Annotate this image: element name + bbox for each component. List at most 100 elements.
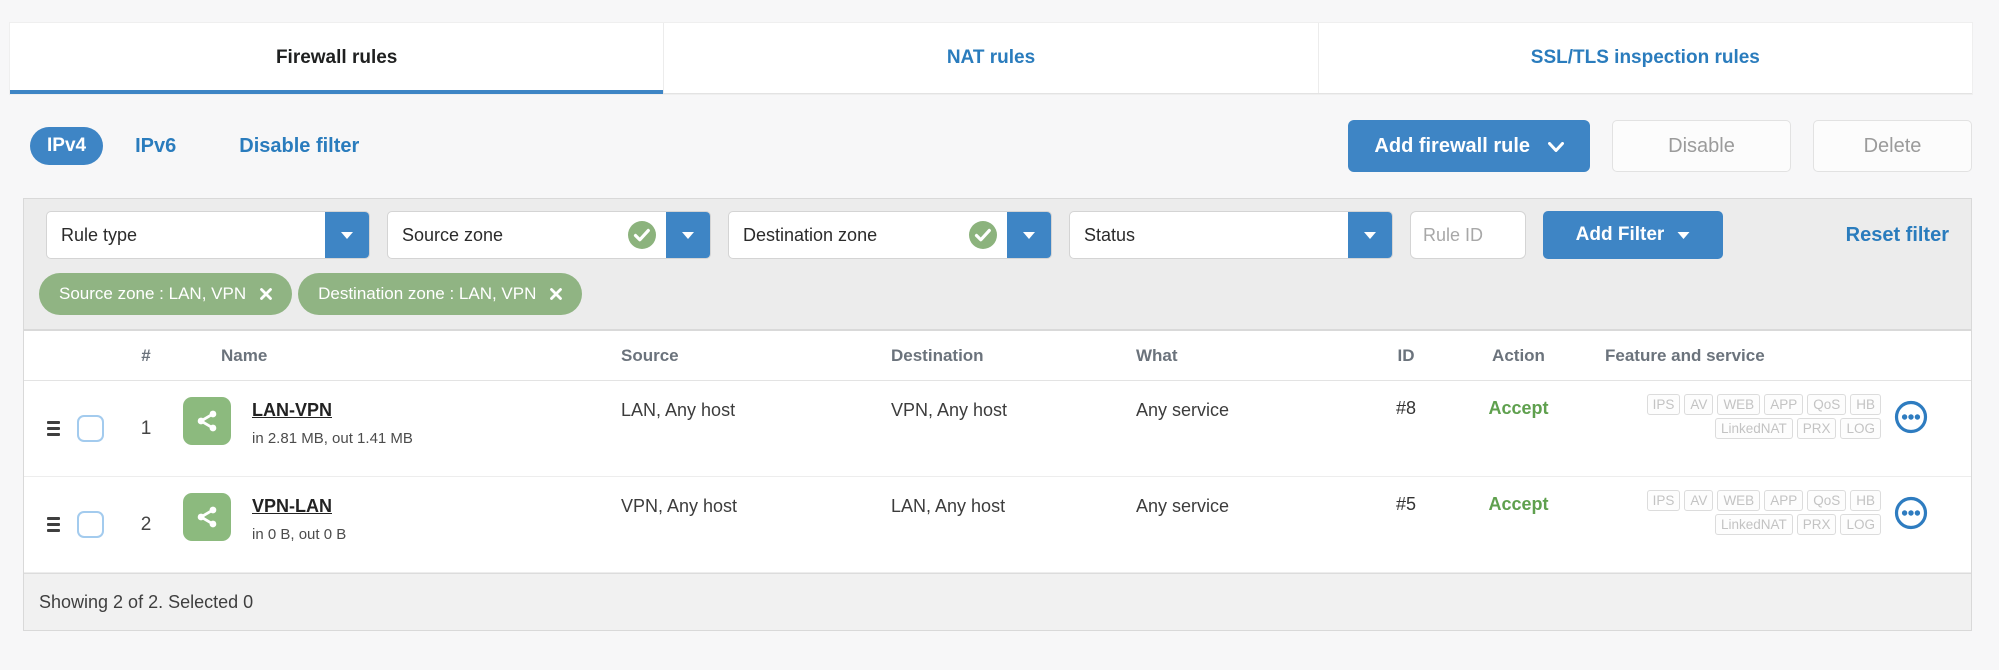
rule-destination: LAN, Any host [891, 496, 1006, 516]
rule-name-link[interactable]: VPN-LAN [252, 496, 346, 517]
rule-name-link[interactable]: LAN-VPN [252, 400, 413, 421]
reset-filter-link[interactable]: Reset filter [1846, 224, 1949, 247]
header-what: What [1136, 345, 1178, 365]
table-header-row: # Name Source Destination What ID Action… [24, 331, 1971, 381]
ipv4-toggle[interactable]: IPv4 [30, 127, 104, 165]
applied-filter-chips: Source zone : LAN, VPN Destination zone … [24, 259, 1971, 315]
filter-select-status[interactable]: Status [1069, 211, 1393, 259]
rule-source: LAN, Any host [621, 400, 736, 420]
tab-ssl-tls-inspection-rules-label: SSL/TLS inspection rules [1530, 47, 1760, 68]
ipv6-toggle[interactable]: IPv6 [135, 135, 176, 158]
share-icon [183, 493, 231, 541]
tab-nat-rules[interactable]: NAT rules [663, 23, 1317, 93]
feature-badges: IPS AV WEB APP QoS HB LinkedNAT PRX LOG [1619, 490, 1881, 538]
filter-panel: Rule type Source zone Destination zone S… [23, 198, 1972, 330]
badge-prx: PRX [1796, 418, 1837, 439]
showing-count-text: Showing 2 of 2. Selected 0 [39, 591, 254, 612]
feature-badges: IPS AV WEB APP QoS HB LinkedNAT PRX LOG [1619, 394, 1881, 442]
badge-linkednat: LinkedNAT [1714, 514, 1793, 535]
badge-app: APP [1764, 490, 1804, 511]
table-row: 2 VPN-LAN in 0 B, out 0 B VPN, Any host … [24, 477, 1971, 573]
badge-prx: PRX [1796, 514, 1837, 535]
tab-firewall-rules-label: Firewall rules [275, 47, 398, 68]
firewall-rules-page: Firewall rules NAT rules SSL/TLS inspect… [0, 0, 1999, 670]
chip-destination-zone: Destination zone : LAN, VPN [298, 273, 583, 315]
destination-zone-label: Destination zone [743, 224, 878, 245]
filter-select-destination-zone[interactable]: Destination zone [728, 211, 1052, 259]
tab-nat-rules-label: NAT rules [946, 47, 1036, 68]
badge-web: WEB [1717, 490, 1761, 511]
rule-what: Any service [1136, 496, 1230, 516]
add-firewall-rule-label: Add firewall rule [1374, 134, 1530, 157]
rule-traffic: in 2.81 MB, out 1.41 MB [252, 430, 413, 447]
badge-ips: IPS [1646, 394, 1681, 415]
rule-id-input[interactable] [1410, 211, 1526, 259]
filter-select-rule-type[interactable]: Rule type [46, 211, 370, 259]
disable-filter-link[interactable]: Disable filter [239, 135, 359, 158]
badge-av: AV [1684, 394, 1714, 415]
disable-button[interactable]: Disable [1612, 120, 1791, 172]
rule-action: Accept [1488, 494, 1549, 514]
chip-source-zone-label: Source zone : LAN, VPN [59, 284, 247, 303]
ipv4-label: IPv4 [47, 135, 87, 156]
badge-hb: HB [1850, 394, 1881, 415]
badge-ips: IPS [1646, 490, 1681, 511]
header-number: # [141, 345, 151, 365]
drag-handle-icon[interactable] [47, 421, 60, 436]
header-feature-and-service: Feature and service [1605, 345, 1765, 365]
tab-ssl-tls-inspection-rules[interactable]: SSL/TLS inspection rules [1317, 23, 1972, 93]
status-label: Status [1084, 224, 1136, 245]
badge-av: AV [1684, 490, 1714, 511]
ellipsis-menu-icon[interactable] [1894, 496, 1928, 530]
source-zone-label: Source zone [402, 224, 504, 245]
toolbar: IPv4 IPv6 Disable filter Add firewall ru… [23, 96, 1972, 196]
rule-source: VPN, Any host [621, 496, 738, 516]
badge-qos: QoS [1807, 394, 1847, 415]
rule-tabs: Firewall rules NAT rules SSL/TLS inspect… [10, 23, 1972, 94]
add-filter-button[interactable]: Add Filter [1543, 211, 1723, 259]
close-icon[interactable] [259, 287, 273, 301]
rule-type-label: Rule type [61, 224, 138, 245]
chevron-down-icon[interactable] [325, 212, 369, 258]
row-checkbox[interactable] [76, 511, 104, 538]
ellipsis-menu-icon[interactable] [1894, 400, 1928, 434]
badge-qos: QoS [1807, 490, 1847, 511]
table-status-bar: Showing 2 of 2. Selected 0 [24, 573, 1971, 630]
chevron-down-icon[interactable] [1007, 212, 1051, 258]
badge-log: LOG [1840, 514, 1881, 535]
header-source: Source [621, 345, 679, 365]
rule-id: #8 [1395, 398, 1417, 418]
header-name: Name [221, 345, 268, 365]
badge-log: LOG [1840, 418, 1881, 439]
chevron-down-icon[interactable] [666, 212, 710, 258]
badge-app: APP [1764, 394, 1804, 415]
filter-select-source-zone[interactable]: Source zone [387, 211, 711, 259]
rule-traffic: in 0 B, out 0 B [252, 526, 347, 543]
row-number: 2 [140, 513, 152, 535]
share-icon [183, 397, 231, 445]
rule-destination: VPN, Any host [891, 400, 1008, 420]
rule-action: Accept [1488, 398, 1549, 418]
toolbar-actions: Add firewall rule Disable Delete [1348, 120, 1972, 172]
close-icon[interactable] [549, 287, 563, 301]
rule-what: Any service [1136, 400, 1230, 420]
chevron-down-icon [1677, 224, 1690, 246]
check-circle-icon [969, 221, 997, 249]
chip-source-zone: Source zone : LAN, VPN [39, 273, 293, 315]
drag-handle-icon[interactable] [47, 517, 60, 532]
rule-id: #5 [1395, 494, 1417, 514]
chip-destination-zone-label: Destination zone : LAN, VPN [318, 284, 537, 303]
tab-firewall-rules[interactable]: Firewall rules [10, 23, 664, 94]
active-tab-indicator [10, 90, 664, 94]
header-id: ID [1397, 345, 1415, 365]
chevron-down-icon[interactable] [1348, 212, 1392, 258]
check-circle-icon [628, 221, 656, 249]
add-firewall-rule-button[interactable]: Add firewall rule [1348, 120, 1590, 172]
row-checkbox[interactable] [76, 415, 104, 442]
chevron-down-icon [1548, 135, 1564, 158]
firewall-rules-table: # Name Source Destination What ID Action… [23, 330, 1972, 631]
row-number: 1 [140, 417, 152, 439]
add-filter-label: Add Filter [1575, 224, 1665, 245]
badge-web: WEB [1717, 394, 1761, 415]
delete-button[interactable]: Delete [1813, 120, 1972, 172]
